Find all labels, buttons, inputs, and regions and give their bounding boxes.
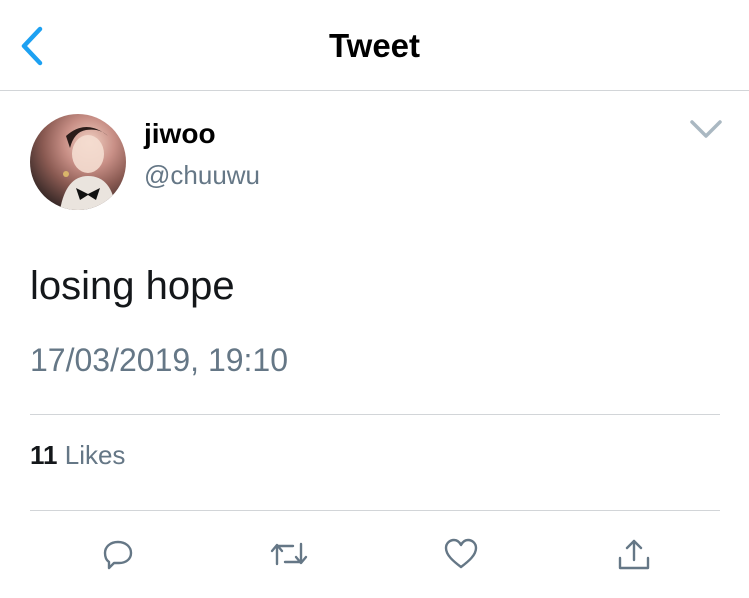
- tweet-timestamp: 17/03/2019, 19:10: [30, 342, 289, 378]
- avatar[interactable]: [30, 114, 126, 210]
- divider: [30, 414, 720, 415]
- like-icon: [444, 538, 478, 569]
- like-button[interactable]: [441, 534, 481, 574]
- more-options-button[interactable]: [688, 116, 724, 142]
- retweet-button[interactable]: [269, 534, 309, 574]
- page-title: Tweet: [328, 27, 421, 64]
- divider: [30, 510, 720, 511]
- likes-stat[interactable]: 11 Likes: [30, 440, 125, 471]
- author-name[interactable]: jiwoo: [144, 118, 216, 150]
- likes-count: 11: [30, 440, 58, 470]
- tweet-text: losing hope: [30, 264, 235, 308]
- likes-label: Likes: [64, 440, 126, 470]
- share-button[interactable]: [614, 534, 654, 574]
- reply-button[interactable]: [98, 534, 138, 574]
- author-handle[interactable]: @chuuwu: [144, 160, 260, 191]
- navigation-bar: Tweet: [0, 0, 749, 91]
- reply-icon: [103, 540, 133, 570]
- chevron-down-icon: [690, 120, 722, 138]
- share-icon: [618, 539, 650, 570]
- retweet-icon: [270, 542, 308, 566]
